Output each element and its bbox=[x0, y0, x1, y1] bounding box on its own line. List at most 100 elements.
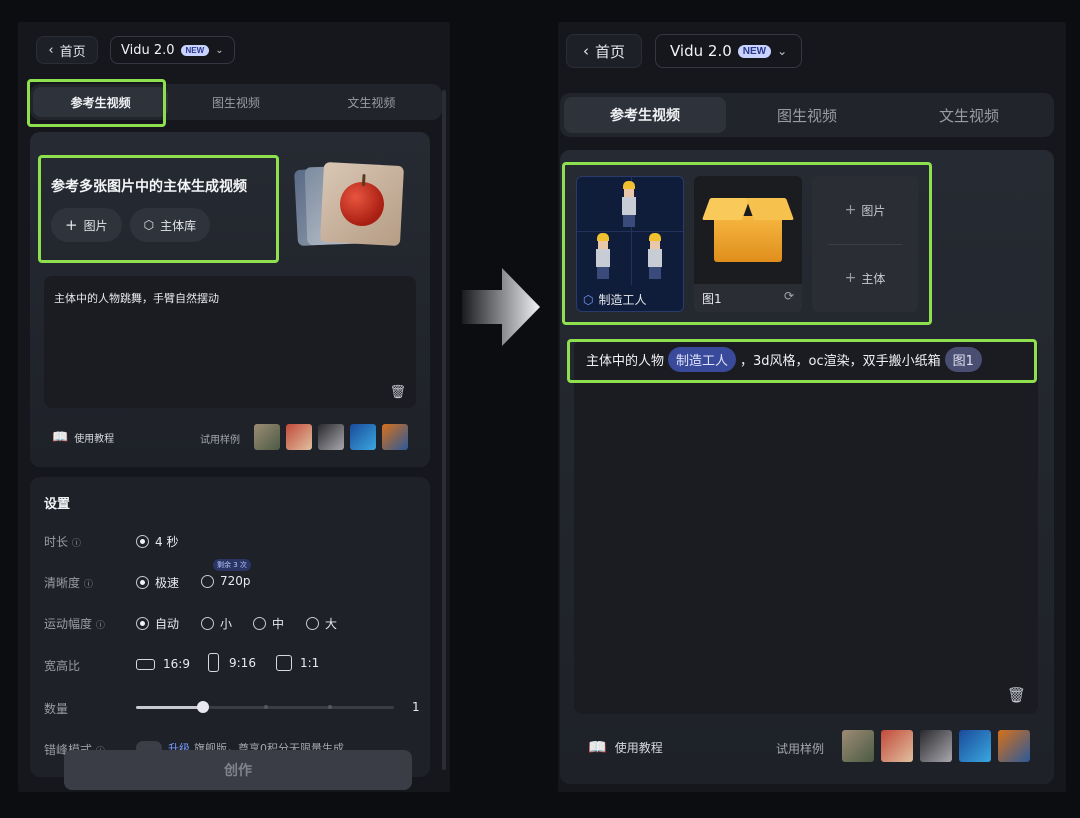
prompt-text: 主体中的人物跳舞，手臂自然摆动 bbox=[54, 292, 219, 305]
chevron-left-icon: ‹ bbox=[48, 42, 54, 58]
add-card: + 图片 + 主体 bbox=[812, 176, 918, 312]
motion-medium[interactable]: 中 bbox=[253, 615, 284, 632]
model-selector[interactable]: Vidu 2.0 NEW ⌄ bbox=[110, 36, 235, 64]
box-image bbox=[694, 176, 802, 284]
ref-image-label: 图1 bbox=[702, 292, 722, 306]
scrollbar[interactable] bbox=[442, 90, 446, 770]
landscape-icon bbox=[136, 658, 155, 670]
reference-card: 参考多张图片中的主体生成视频 + 图片 ⬡ 主体库 主体中的人物跳舞，手臂自然摆… bbox=[30, 132, 430, 467]
slider-knob[interactable] bbox=[197, 701, 209, 713]
ratio-9-16[interactable]: 9:16 bbox=[208, 653, 256, 672]
worker-figure bbox=[621, 181, 637, 229]
example-thumb[interactable] bbox=[959, 730, 991, 762]
example-thumb[interactable] bbox=[998, 730, 1030, 762]
example-thumb[interactable] bbox=[382, 424, 408, 450]
new-badge: NEW bbox=[737, 44, 772, 58]
example-thumb[interactable] bbox=[254, 424, 280, 450]
left-panel: ‹ 首页 Vidu 2.0 NEW ⌄ 参考生视频 图生视频 文生视频 参考多张… bbox=[18, 22, 450, 792]
duration-label: 时长 ⓘ bbox=[44, 535, 81, 549]
examples-label: 试用样例 bbox=[200, 435, 240, 446]
chevron-down-icon: ⌄ bbox=[215, 44, 224, 56]
hero-title: 参考多张图片中的主体生成视频 bbox=[51, 179, 247, 195]
radio-icon bbox=[136, 617, 149, 630]
square-icon bbox=[276, 655, 292, 671]
tutorial-link[interactable]: 📖 使用教程 bbox=[52, 430, 114, 445]
portrait-icon bbox=[208, 653, 219, 672]
count-value: 1 bbox=[412, 700, 420, 714]
ratio-16-9[interactable]: 16:9 bbox=[136, 657, 190, 671]
motion-small[interactable]: 小 bbox=[201, 615, 232, 632]
subject-chip[interactable]: 制造工人 bbox=[668, 347, 737, 372]
radio-icon bbox=[201, 617, 214, 630]
model-selector[interactable]: Vidu 2.0 NEW ⌄ bbox=[655, 34, 803, 68]
tab-reference[interactable]: 参考生视频 bbox=[564, 97, 726, 133]
tutorial-link[interactable]: 📖 使用教程 bbox=[588, 738, 663, 756]
right-panel: ‹ 首页 Vidu 2.0 NEW ⌄ 参考生视频 图生视频 文生视频 ⬡ 制造… bbox=[558, 22, 1066, 792]
count-slider[interactable] bbox=[136, 701, 394, 713]
create-button[interactable]: 创作 bbox=[64, 750, 412, 790]
count-label: 数量 bbox=[44, 702, 69, 716]
worker-figure bbox=[647, 233, 663, 281]
ref-subject-label: 制造工人 bbox=[598, 293, 647, 307]
cube-icon: ⬡ bbox=[143, 218, 155, 232]
arrow-right-icon bbox=[462, 268, 540, 346]
tab-image[interactable]: 图生视频 bbox=[726, 97, 888, 133]
example-thumb[interactable] bbox=[881, 730, 913, 762]
plus-icon: + bbox=[844, 270, 857, 286]
tab-text[interactable]: 文生视频 bbox=[304, 87, 439, 117]
examples-label: 试用样例 bbox=[776, 742, 825, 756]
home-button[interactable]: ‹ 首页 bbox=[36, 36, 98, 64]
add-image-button[interactable]: + 图片 bbox=[812, 176, 918, 244]
clarity-label: 清晰度 ⓘ bbox=[44, 576, 93, 590]
radio-icon bbox=[136, 535, 149, 548]
hero-image-stack bbox=[294, 161, 406, 248]
ref-subject-card[interactable]: ⬡ 制造工人 bbox=[576, 176, 684, 312]
ratio-1-1[interactable]: 1:1 bbox=[276, 655, 319, 671]
add-image-button[interactable]: + 图片 bbox=[51, 208, 122, 242]
reference-card: ⬡ 制造工人 图1 ⟳ + 图片 + 主体 🗑 主体中的人物 制造工人 ，3d风… bbox=[560, 150, 1054, 784]
new-badge: NEW bbox=[180, 44, 210, 56]
radio-icon bbox=[306, 617, 319, 630]
image-chip[interactable]: 图1 bbox=[944, 347, 982, 372]
motion-large[interactable]: 大 bbox=[306, 615, 337, 632]
apple-image bbox=[319, 161, 405, 247]
example-thumb[interactable] bbox=[350, 424, 376, 450]
motion-auto[interactable]: 自动 bbox=[136, 615, 179, 632]
trash-icon[interactable]: 🗑 bbox=[389, 385, 406, 400]
trash-icon[interactable]: 🗑 bbox=[1007, 686, 1026, 704]
settings-card: 设置 时长 ⓘ 4 秒 清晰度 ⓘ 极速 720p 剩余 3 次 运动幅度 ⓘ … bbox=[30, 477, 430, 777]
info-icon: ⓘ bbox=[71, 539, 81, 549]
tab-reference[interactable]: 参考生视频 bbox=[33, 87, 169, 117]
info-icon: ⓘ bbox=[95, 621, 105, 631]
home-button[interactable]: ‹ 首页 bbox=[566, 34, 642, 68]
chevron-down-icon: ⌄ bbox=[777, 44, 788, 58]
tab-image[interactable]: 图生视频 bbox=[168, 87, 303, 117]
cube-icon: ⬡ bbox=[583, 292, 594, 307]
add-subject-button[interactable]: + 主体 bbox=[812, 244, 918, 312]
duration-4s[interactable]: 4 秒 bbox=[136, 533, 178, 550]
slider-fill bbox=[136, 706, 203, 709]
prompt-textarea[interactable]: 主体中的人物跳舞，手臂自然摆动 🗑 bbox=[44, 276, 416, 408]
remaining-badge: 剩余 3 次 bbox=[213, 559, 251, 571]
clarity-720p[interactable]: 720p bbox=[201, 574, 251, 588]
example-thumb[interactable] bbox=[286, 424, 312, 450]
ref-image-card[interactable]: 图1 ⟳ bbox=[694, 176, 802, 312]
swap-icon[interactable]: ⟳ bbox=[784, 289, 794, 303]
prompt-textarea[interactable]: 🗑 bbox=[574, 340, 1038, 714]
example-thumb[interactable] bbox=[318, 424, 344, 450]
plus-icon: + bbox=[65, 216, 78, 234]
book-icon: 📖 bbox=[52, 430, 69, 445]
example-thumb[interactable] bbox=[920, 730, 952, 762]
ratio-label: 宽高比 bbox=[44, 659, 81, 673]
clarity-fast[interactable]: 极速 bbox=[136, 574, 179, 591]
radio-icon bbox=[253, 617, 266, 630]
tab-text[interactable]: 文生视频 bbox=[888, 97, 1050, 133]
model-name: Vidu 2.0 bbox=[121, 42, 175, 58]
mode-tabs: 参考生视频 图生视频 文生视频 bbox=[560, 93, 1054, 137]
example-thumb[interactable] bbox=[842, 730, 874, 762]
settings-title: 设置 bbox=[44, 497, 71, 512]
subject-grid bbox=[577, 177, 683, 285]
example-thumbs bbox=[842, 730, 1030, 762]
subject-library-button[interactable]: ⬡ 主体库 bbox=[129, 208, 211, 242]
chevron-left-icon: ‹ bbox=[582, 42, 589, 60]
